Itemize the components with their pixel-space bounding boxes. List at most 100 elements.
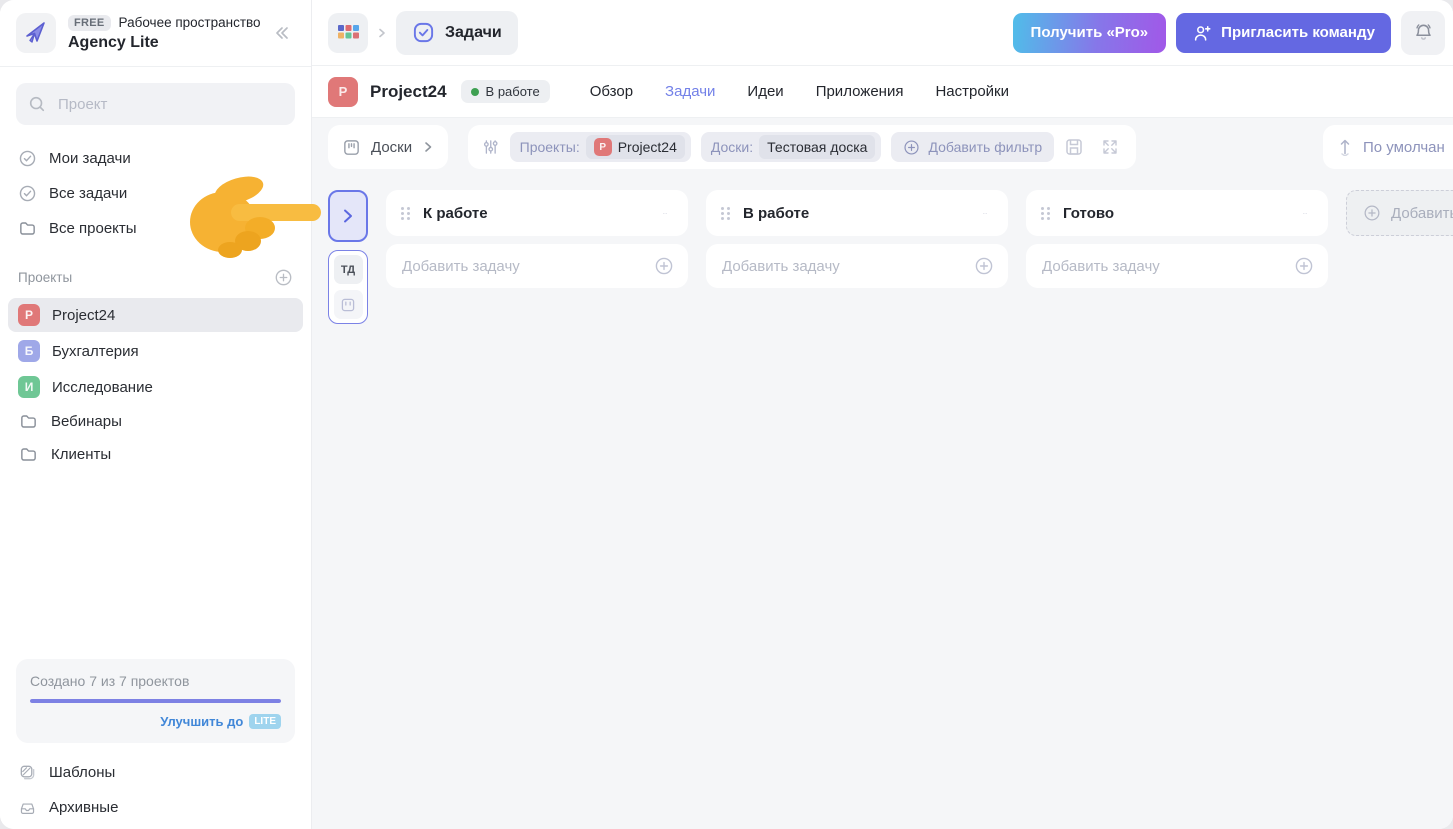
add-filter-label: Добавить фильтр xyxy=(928,139,1043,155)
tab-ideas[interactable]: Идеи xyxy=(747,83,783,100)
sort-order-label: По умолчан xyxy=(1363,138,1445,156)
sidebar-item-label: Все проекты xyxy=(49,220,137,237)
project-badge: Б xyxy=(18,340,40,362)
usage-progress-track xyxy=(30,699,281,703)
column-header: К работе xyxy=(386,190,688,236)
sort-arrows-icon xyxy=(1340,139,1350,156)
add-task-field[interactable] xyxy=(386,244,688,288)
project-item-research[interactable]: И Исследование xyxy=(8,370,303,404)
add-board-button[interactable] xyxy=(333,290,363,319)
view-switcher-label: Доски xyxy=(371,138,413,156)
add-task-input[interactable] xyxy=(720,256,964,276)
plus-circle-icon[interactable] xyxy=(654,256,674,276)
project-badge: И xyxy=(18,376,40,398)
check-circle-icon xyxy=(19,185,36,202)
kanban-column-inprogress: В работе xyxy=(706,190,1008,288)
plus-circle-icon[interactable] xyxy=(974,256,994,276)
expand-boards-panel-button[interactable] xyxy=(328,190,368,242)
notifications-button[interactable] xyxy=(1401,10,1445,55)
sort-order-button[interactable]: По умолчан xyxy=(1323,125,1453,169)
folder-icon xyxy=(21,415,36,428)
workspace-meta: FREE Рабочее пространство Agency Lite xyxy=(68,14,261,52)
top-bar: Задачи Получить «Pro» Пригласить команду xyxy=(312,0,1453,66)
invite-team-button[interactable]: Пригласить команду xyxy=(1176,12,1391,53)
project-search[interactable] xyxy=(16,83,295,125)
status-label: В работе xyxy=(485,84,540,99)
add-task-field[interactable] xyxy=(1026,244,1328,288)
collapse-sidebar-button[interactable] xyxy=(267,19,295,47)
project-item-project24[interactable]: P Project24 xyxy=(8,298,303,332)
filters-container: Проекты: P Project24 Доски: Тестовая дос… xyxy=(468,125,1137,169)
workspace-name: Agency Lite xyxy=(68,33,159,51)
tab-overview[interactable]: Обзор xyxy=(590,83,633,100)
sidebar-item-archived[interactable]: Архивные xyxy=(0,790,311,825)
project-item-webinars[interactable]: Вебинары xyxy=(8,406,303,437)
upgrade-link[interactable]: Улучшить до xyxy=(160,714,243,729)
sidebar: FREE Рабочее пространство Agency Lite Пр… xyxy=(0,0,312,829)
project-status-badge[interactable]: В работе xyxy=(460,80,550,103)
search-icon xyxy=(29,96,45,112)
drag-handle-icon[interactable] xyxy=(720,206,731,221)
apps-grid-icon xyxy=(337,24,359,38)
get-pro-button[interactable]: Получить «Pro» xyxy=(1012,12,1167,53)
tab-tasks[interactable]: Задачи xyxy=(665,83,715,100)
check-circle-icon xyxy=(19,150,36,167)
filter-value: Тестовая доска xyxy=(759,135,876,159)
sidebar-item-label: Архивные xyxy=(49,799,119,816)
usage-progress-fill xyxy=(30,699,281,703)
current-app-pill[interactable]: Задачи xyxy=(396,10,518,55)
project-item-clients[interactable]: Клиенты xyxy=(8,439,303,470)
add-column-button[interactable]: Добавить xyxy=(1346,190,1453,236)
save-view-icon[interactable] xyxy=(1064,137,1084,157)
tab-apps[interactable]: Приложения xyxy=(816,83,904,100)
column-menu-icon[interactable] xyxy=(656,211,674,216)
filter-chip-projects[interactable]: Проекты: P Project24 xyxy=(509,132,691,162)
apps-grid-button[interactable] xyxy=(328,12,368,53)
sidebar-footer: Шаблоны Архивные xyxy=(0,749,311,829)
add-column-label: Добавить xyxy=(1391,204,1453,222)
filter-bar: Доски Проекты: P Project24 Доски: Тестов… xyxy=(312,118,1453,176)
sidebar-item-all-projects[interactable]: Все проекты xyxy=(0,211,311,246)
filter-value-label: Project24 xyxy=(617,139,677,155)
project-title: Project24 xyxy=(370,81,447,101)
add-task-input[interactable] xyxy=(1040,256,1284,276)
tasks-check-icon xyxy=(413,22,434,43)
projects-header-label: Проекты xyxy=(18,270,73,285)
sliders-icon xyxy=(484,140,498,154)
tab-settings[interactable]: Настройки xyxy=(935,83,1009,100)
add-filter-button[interactable]: Добавить фильтр xyxy=(891,132,1055,162)
filter-chip-boards[interactable]: Доски: Тестовая доска xyxy=(700,132,882,162)
status-dot-icon xyxy=(470,87,479,96)
project-badge: P xyxy=(328,76,358,107)
project-label: Project24 xyxy=(52,306,116,324)
kanban-board: ТД К работе Добавить задачу В работе Доб… xyxy=(312,176,1453,829)
column-menu-icon[interactable] xyxy=(976,211,994,216)
breadcrumb-chevron-icon xyxy=(379,28,385,37)
lite-badge[interactable]: LITE xyxy=(249,714,281,729)
add-task-field[interactable] xyxy=(706,244,1008,288)
projects-section-header: Проекты xyxy=(0,246,311,297)
workspace-type-label: Рабочее пространство xyxy=(118,15,261,30)
chevron-right-icon xyxy=(344,209,352,223)
project-label: Клиенты xyxy=(51,446,112,463)
project-item-accounting[interactable]: Б Бухгалтерия xyxy=(8,334,303,368)
drag-handle-icon[interactable] xyxy=(400,206,411,221)
column-title: К работе xyxy=(423,204,488,222)
plus-circle-icon[interactable] xyxy=(1294,256,1314,276)
board-icon xyxy=(341,298,355,311)
fullscreen-icon[interactable] xyxy=(1100,137,1120,157)
sidebar-item-my-tasks[interactable]: Мои задачи xyxy=(0,141,311,176)
kanban-column-done: Готово xyxy=(1026,190,1328,288)
sidebar-item-all-tasks[interactable]: Все задачи xyxy=(0,176,311,211)
plus-circle-icon xyxy=(1364,205,1380,221)
search-input[interactable] xyxy=(56,94,283,114)
view-switcher-boards[interactable]: Доски xyxy=(328,125,449,169)
drag-handle-icon[interactable] xyxy=(1040,206,1051,221)
sidebar-item-templates[interactable]: Шаблоны xyxy=(0,755,311,790)
board-tab-td[interactable]: ТД xyxy=(333,255,363,284)
column-menu-icon[interactable] xyxy=(1296,211,1314,216)
add-task-input[interactable] xyxy=(400,256,644,276)
add-project-icon[interactable] xyxy=(274,268,293,287)
sidebar-item-label: Мои задачи xyxy=(49,150,131,167)
